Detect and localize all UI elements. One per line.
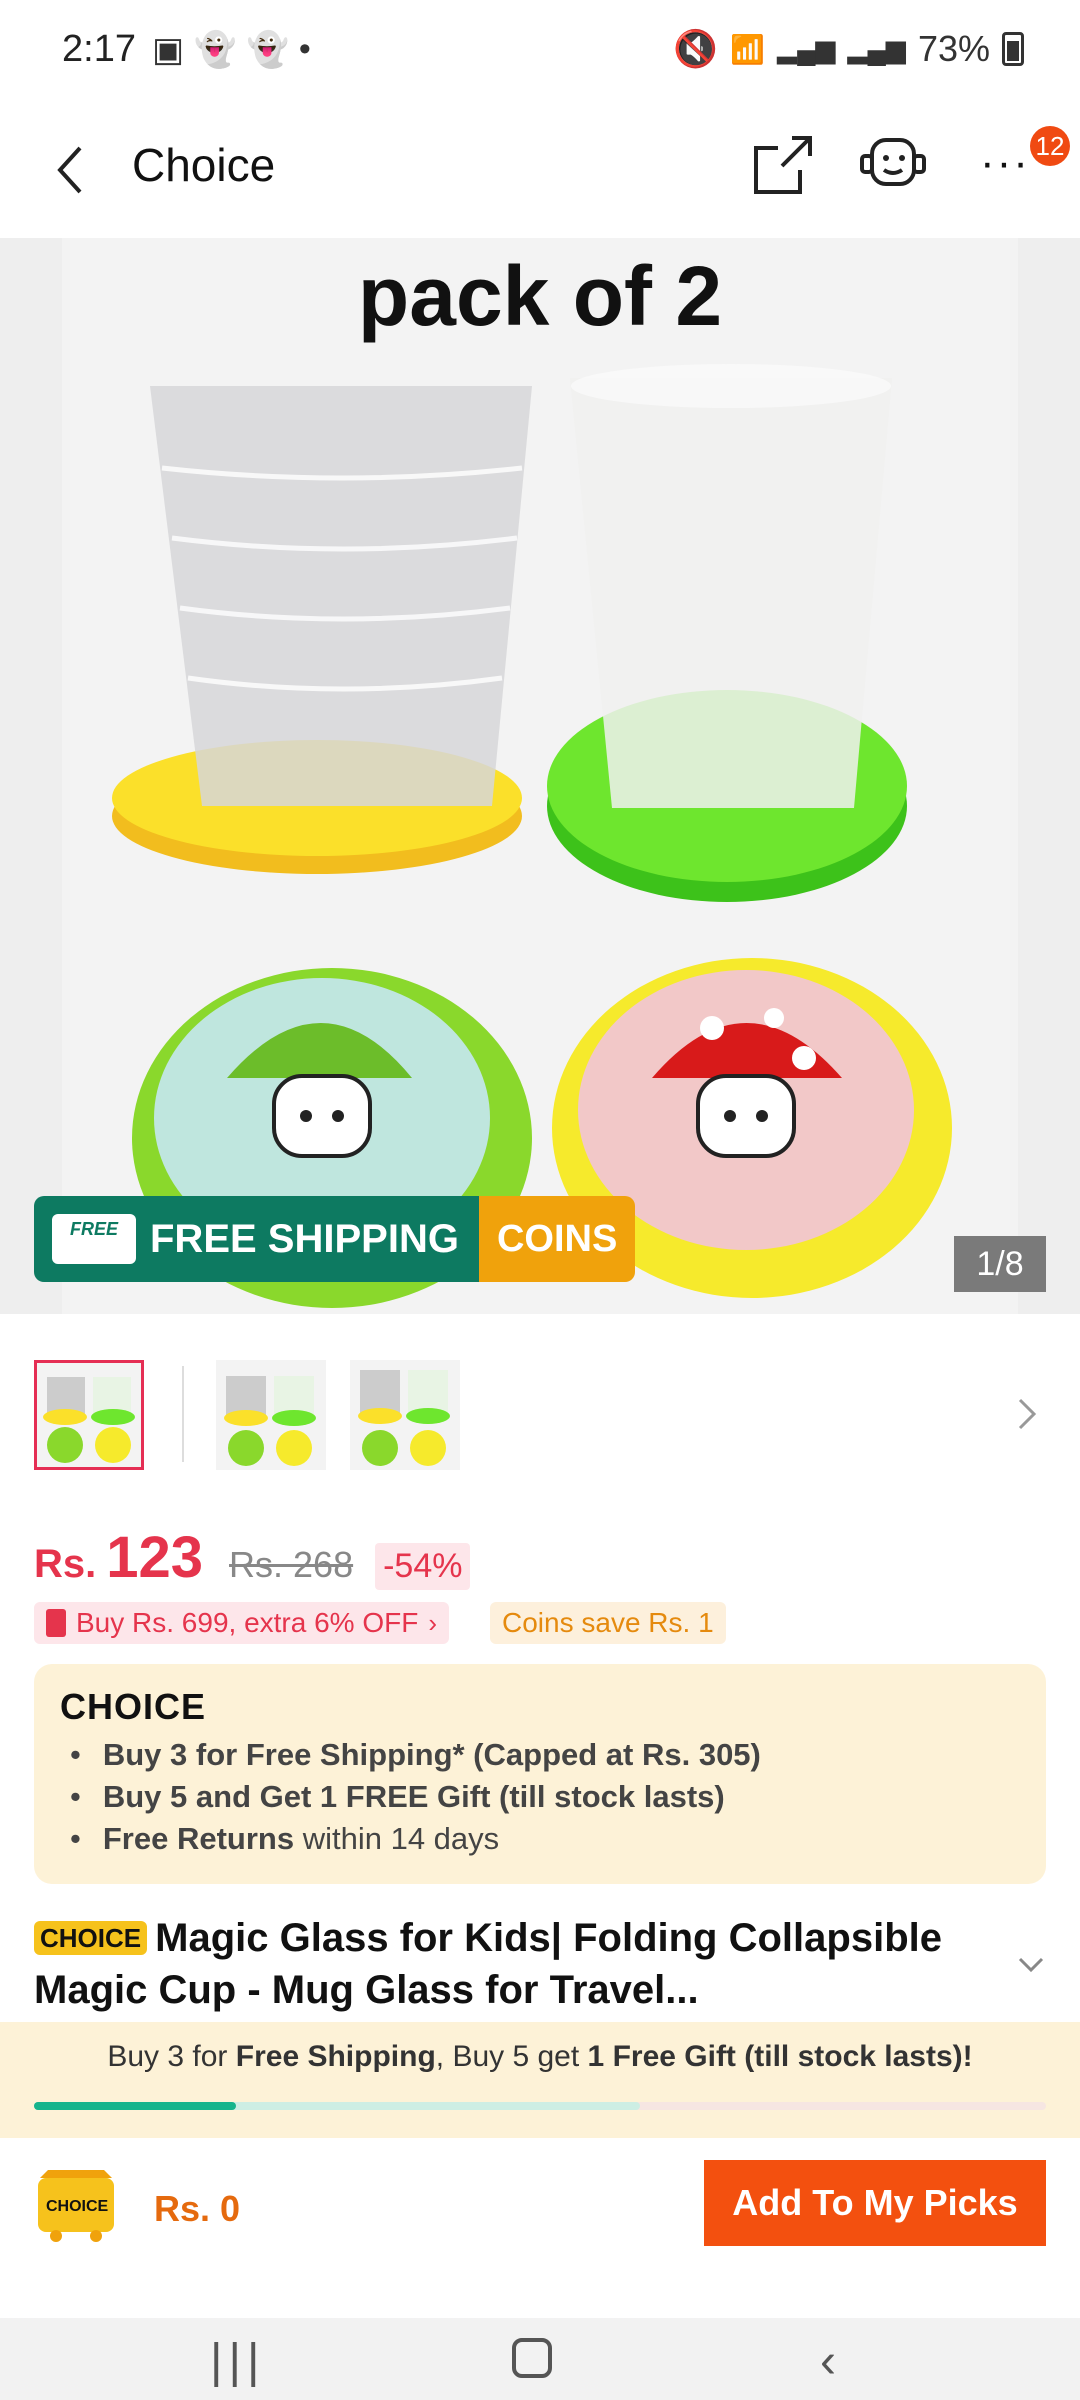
bundle-progress-strip: Buy 3 for Free Shipping, Buy 5 get 1 Fre… bbox=[0, 2022, 1080, 2138]
progress-fill bbox=[34, 2102, 237, 2110]
system-back-button[interactable]: ‹ bbox=[820, 2334, 836, 2389]
image-caption: pack of 2 bbox=[357, 249, 723, 343]
share-icon bbox=[754, 136, 812, 194]
notification-badge: 12 bbox=[1030, 126, 1070, 166]
thumbnail-divider bbox=[182, 1366, 184, 1462]
store-deal-tag[interactable]: Buy Rs. 699, extra 6% OFF › bbox=[34, 1602, 450, 1644]
benefit-bold: Buy 3 for Free Shipping* (Capped at Rs. … bbox=[102, 1737, 761, 1772]
mute-icon: 🔇 bbox=[673, 28, 719, 69]
free-shipping-label-group: FREE FREE SHIPPING bbox=[34, 1196, 479, 1282]
benefit-bold: Free Returns bbox=[102, 1821, 295, 1856]
top-app-bar: Choice ··· bbox=[0, 100, 1080, 238]
product-title[interactable]: CHOICE Magic Glass for Kids| Folding Coll… bbox=[34, 1912, 1014, 2016]
coins-label: COINS bbox=[478, 1196, 636, 1282]
signal-icon: ▂▄▆ bbox=[777, 33, 836, 64]
system-nav-bar: ||| ‹ bbox=[0, 2318, 1080, 2400]
customer-service-button[interactable] bbox=[858, 130, 928, 200]
store-deal-text: Buy Rs. 699, extra 6% OFF bbox=[76, 1607, 419, 1638]
bundle-text: Buy 3 for Free Shipping, Buy 5 get 1 Fre… bbox=[0, 2040, 1080, 2074]
wifi-icon: 📶 bbox=[730, 33, 766, 65]
more-icon: ··· bbox=[980, 138, 1030, 187]
picks-cart-button[interactable]: CHOICE bbox=[34, 2168, 118, 2244]
notification-icons: ▣ 👻 👻 • bbox=[152, 30, 311, 70]
product-photo bbox=[112, 364, 952, 1308]
bundle-text-part: Buy 3 for bbox=[107, 2040, 236, 2073]
price-row: Rs. 123 Rs. 268 -54% bbox=[34, 1524, 471, 1591]
benefit-item: Free Returns within 14 days bbox=[70, 1818, 761, 1860]
benefit-rest: within 14 days bbox=[294, 1821, 500, 1856]
bundle-text-bold: 1 Free Gift (till stock lasts)! bbox=[587, 2040, 973, 2073]
chevron-right-icon bbox=[1018, 1398, 1037, 1430]
status-time: 2:17 bbox=[62, 28, 136, 70]
discount-badge: -54% bbox=[375, 1543, 471, 1590]
bundle-text-part: , Buy 5 get bbox=[435, 2040, 588, 2073]
benefit-bold: Buy 5 and Get 1 FREE Gift (till stock la… bbox=[102, 1779, 725, 1814]
thumbnail-selected[interactable] bbox=[34, 1360, 144, 1470]
benefit-item: Buy 5 and Get 1 FREE Gift (till stock la… bbox=[70, 1776, 761, 1818]
choice-benefits-card[interactable]: CHOICE Buy 3 for Free Shipping* (Capped … bbox=[34, 1664, 1046, 1884]
truck-icon: FREE bbox=[52, 1214, 136, 1264]
bottom-action-bar: CHOICE Rs. 0 Add To My Picks bbox=[0, 2138, 1080, 2318]
original-price: Rs. 268 bbox=[229, 1544, 354, 1585]
price-amount: 123 bbox=[106, 1525, 204, 1590]
gallery-icon: ▣ bbox=[152, 31, 185, 69]
picks-total: Rs. 0 bbox=[154, 2188, 241, 2229]
bundle-text-bold: Free Shipping bbox=[235, 2040, 436, 2073]
recent-apps-button[interactable]: ||| bbox=[210, 2334, 265, 2389]
support-bot-icon bbox=[860, 138, 926, 186]
snapchat-icon: 👻 bbox=[194, 31, 237, 69]
home-button[interactable] bbox=[512, 2338, 552, 2378]
cart-label: CHOICE bbox=[46, 2198, 109, 2215]
chevron-down-icon bbox=[1018, 1957, 1044, 1973]
thumbnail[interactable] bbox=[350, 1360, 460, 1470]
back-arrow-icon bbox=[57, 146, 82, 194]
dot-icon: • bbox=[298, 30, 311, 68]
snapchat-icon: 👻 bbox=[246, 31, 289, 69]
back-button[interactable] bbox=[50, 140, 90, 214]
expand-title-button[interactable] bbox=[1016, 1946, 1046, 1983]
product-image-carousel[interactable] bbox=[0, 238, 1080, 1314]
thumbnail-strip bbox=[0, 1314, 1080, 1494]
coupon-icon bbox=[46, 1609, 66, 1637]
signal-icon: ▂▄▆ bbox=[847, 33, 906, 64]
coins-save-text: Coins save Rs. 1 bbox=[502, 1607, 714, 1638]
battery-icon bbox=[1002, 32, 1024, 66]
status-bar: 2:17 ▣ 👻 👻 • 🔇 📶 ▂▄▆ ▂▄▆ 73% bbox=[0, 0, 1080, 100]
thumbnail-next-button[interactable] bbox=[1016, 1396, 1038, 1442]
system-icons: 🔇 📶 ▂▄▆ ▂▄▆ 73% bbox=[673, 28, 1024, 70]
chevron-right-icon: › bbox=[428, 1607, 438, 1638]
product-image bbox=[62, 238, 1018, 1314]
free-shipping-banner: FREE FREE SHIPPING COINS bbox=[34, 1196, 636, 1282]
choice-tag: CHOICE bbox=[34, 1921, 148, 1955]
thumbnail[interactable] bbox=[216, 1360, 326, 1470]
choice-logo: CHOICE bbox=[60, 1686, 207, 1727]
price-currency: Rs. bbox=[34, 1542, 97, 1586]
image-counter: 1/8 bbox=[954, 1236, 1046, 1292]
coins-save-tag: Coins save Rs. 1 bbox=[490, 1602, 726, 1644]
product-title-text: Magic Glass for Kids| Folding Collapsibl… bbox=[34, 1916, 942, 2012]
page-title: Choice bbox=[132, 139, 276, 191]
choice-benefits-list: Buy 3 for Free Shipping* (Capped at Rs. … bbox=[70, 1734, 761, 1860]
share-button[interactable] bbox=[748, 130, 818, 200]
add-to-my-picks-button[interactable]: Add To My Picks bbox=[704, 2160, 1046, 2246]
free-shipping-text: FREE SHIPPING bbox=[150, 1216, 459, 1261]
benefit-item: Buy 3 for Free Shipping* (Capped at Rs. … bbox=[70, 1734, 761, 1776]
battery-percent: 73% bbox=[917, 28, 990, 69]
